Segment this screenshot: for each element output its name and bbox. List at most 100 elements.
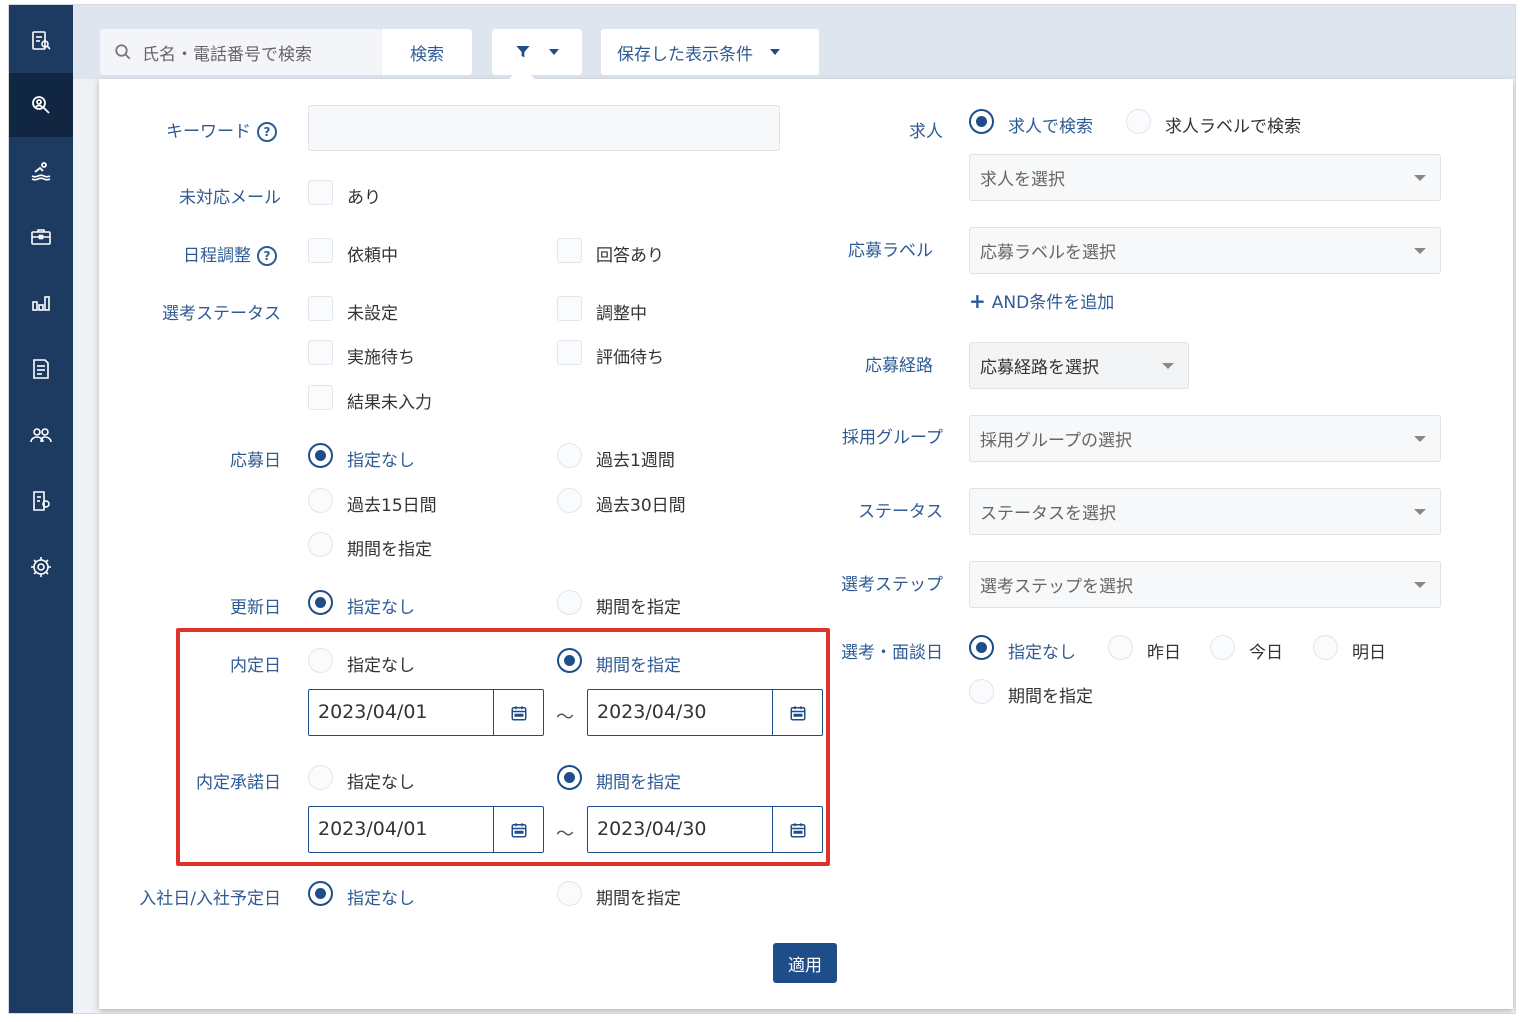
- schedule-answered-checkbox[interactable]: [557, 238, 582, 263]
- calendar-icon: [790, 822, 805, 837]
- filter-icon: [515, 46, 530, 58]
- apply-date-30days-radio[interactable]: [557, 488, 582, 513]
- search-button[interactable]: 検索: [382, 29, 472, 75]
- users-icon: [30, 428, 52, 443]
- status-evaluating-checkbox[interactable]: [557, 340, 582, 365]
- chevron-down-icon: [1414, 509, 1426, 515]
- option-label: 指定なし: [1008, 643, 1076, 663]
- saved-conditions-button[interactable]: 保存した表示条件: [601, 29, 819, 75]
- offer-date-to-field[interactable]: 2023/04/30: [587, 689, 823, 736]
- offer-accept-range-radio[interactable]: [557, 765, 582, 790]
- status-no-result-checkbox[interactable]: [308, 385, 333, 410]
- interview-today-radio[interactable]: [1210, 635, 1235, 660]
- offer-accept-from-field[interactable]: 2023/04/01: [308, 806, 544, 853]
- filter-button[interactable]: [492, 29, 582, 75]
- option-label: 昨日: [1147, 643, 1181, 663]
- report-icon: [33, 359, 49, 379]
- offer-accept-date-label: 内定承諾日: [196, 773, 281, 793]
- calendar-icon: [790, 705, 805, 720]
- help-icon[interactable]: ?: [257, 122, 277, 142]
- app-window: 氏名・電話番号で検索 検索 保存した表示条件 キーワード? 未対応メール あり …: [8, 4, 1516, 1014]
- offer-date-none-radio[interactable]: [308, 648, 333, 673]
- sidebar-item-analytics[interactable]: [9, 271, 73, 335]
- option-label: 回答あり: [596, 246, 664, 266]
- sidebar-item-templates[interactable]: [9, 469, 73, 533]
- status-unset-checkbox[interactable]: [308, 296, 333, 321]
- apply-date-1week-radio[interactable]: [557, 443, 582, 468]
- option-label: 結果未入力: [347, 393, 432, 413]
- schedule-label: 日程調整?: [183, 241, 277, 266]
- apply-label-label: 応募ラベル: [848, 241, 933, 261]
- sidebar-item-candidates[interactable]: [9, 139, 73, 203]
- status-select[interactable]: ステータスを選択: [969, 488, 1441, 535]
- option-label: 期間を指定: [596, 773, 681, 793]
- apply-route-label: 応募経路: [865, 356, 933, 376]
- search-placeholder: 氏名・電話番号で検索: [142, 44, 312, 65]
- chevron-down-icon: [1162, 363, 1174, 369]
- option-label: 期間を指定: [347, 540, 432, 560]
- option-label: 期間を指定: [596, 598, 681, 618]
- saved-conditions-label: 保存した表示条件: [617, 44, 753, 65]
- calendar-button[interactable]: [493, 690, 543, 735]
- job-label: 求人: [909, 122, 943, 142]
- help-icon[interactable]: ?: [257, 246, 277, 266]
- join-date-none-radio[interactable]: [308, 881, 333, 906]
- selection-step-select[interactable]: 選考ステップを選択: [969, 561, 1441, 608]
- option-label: 期間を指定: [1008, 687, 1093, 707]
- select-placeholder: 応募ラベルを選択: [980, 243, 1116, 263]
- calendar-button[interactable]: [493, 807, 543, 852]
- option-label: 指定なし: [347, 656, 415, 676]
- search-bar: 氏名・電話番号で検索 検索 保存した表示条件: [73, 5, 1515, 79]
- apply-date-15days-radio[interactable]: [308, 488, 333, 513]
- schedule-requesting-checkbox[interactable]: [308, 238, 333, 263]
- date-value: 2023/04/01: [318, 818, 428, 840]
- job-select[interactable]: 求人を選択: [969, 154, 1441, 201]
- status-waiting-checkbox[interactable]: [308, 340, 333, 365]
- unhandled-mail-checkbox[interactable]: [308, 180, 333, 205]
- status-adjusting-checkbox[interactable]: [557, 296, 582, 321]
- apply-date-none-radio[interactable]: [308, 443, 333, 468]
- calendar-icon: [511, 822, 526, 837]
- job-label-search-radio[interactable]: [1126, 109, 1151, 134]
- apply-label-select[interactable]: 応募ラベルを選択: [969, 227, 1441, 274]
- apply-date-range-radio[interactable]: [308, 532, 333, 557]
- interview-tomorrow-radio[interactable]: [1313, 635, 1338, 660]
- apply-route-select[interactable]: 応募経路を選択: [969, 342, 1189, 389]
- hiring-group-label: 採用グループ: [842, 428, 943, 448]
- keyword-input[interactable]: [308, 105, 780, 151]
- option-label: 求人で検索: [1008, 117, 1093, 137]
- search-icon: [115, 44, 131, 60]
- sidebar-item-users[interactable]: [9, 403, 73, 467]
- sidebar-item-documents[interactable]: [9, 9, 73, 73]
- search-input[interactable]: 氏名・電話番号で検索: [100, 29, 382, 75]
- add-and-condition-link[interactable]: + AND条件を追加: [969, 288, 1114, 313]
- interview-none-radio[interactable]: [969, 635, 994, 660]
- sidebar-item-search[interactable]: [9, 73, 73, 137]
- job-search-radio[interactable]: [969, 109, 994, 134]
- option-label: 指定なし: [347, 451, 415, 471]
- swimmer-icon: [31, 162, 51, 181]
- calendar-button[interactable]: [772, 807, 822, 852]
- hiring-group-select[interactable]: 採用グループの選択: [969, 415, 1441, 462]
- interview-yesterday-radio[interactable]: [1108, 635, 1133, 660]
- apply-button[interactable]: 適用: [773, 943, 837, 983]
- offer-date-range-radio[interactable]: [557, 648, 582, 673]
- offer-accept-to-field[interactable]: 2023/04/30: [587, 806, 823, 853]
- option-label: あり: [347, 188, 381, 208]
- date-value: 2023/04/30: [597, 701, 707, 723]
- update-date-none-radio[interactable]: [308, 590, 333, 615]
- select-placeholder: ステータスを選択: [980, 504, 1116, 524]
- filter-panel: キーワード? 未対応メール あり 日程調整? 依頼中 回答あり 選考ステータス …: [99, 66, 1513, 1009]
- offer-date-from-field[interactable]: 2023/04/01: [308, 689, 544, 736]
- offer-accept-none-radio[interactable]: [308, 765, 333, 790]
- calendar-button[interactable]: [772, 690, 822, 735]
- add-condition-label: AND条件を追加: [991, 293, 1115, 313]
- keyword-label: キーワード?: [166, 117, 277, 142]
- sidebar-item-settings[interactable]: [9, 535, 73, 599]
- join-date-range-radio[interactable]: [557, 881, 582, 906]
- sidebar-item-jobs[interactable]: [9, 205, 73, 269]
- sidebar-item-reports[interactable]: [9, 337, 73, 401]
- interview-range-radio[interactable]: [969, 679, 994, 704]
- chevron-down-icon: [1414, 436, 1426, 442]
- update-date-range-radio[interactable]: [557, 590, 582, 615]
